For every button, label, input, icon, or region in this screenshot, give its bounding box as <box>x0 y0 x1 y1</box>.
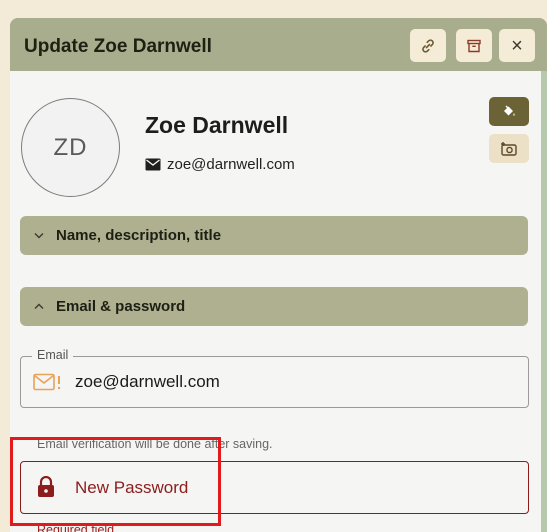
email-field-value: zoe@darnwell.com <box>75 372 220 391</box>
close-button[interactable]: × <box>499 29 535 62</box>
profile-name: Zoe Darnwell <box>145 112 289 138</box>
lock-icon <box>38 476 54 497</box>
upload-photo-button[interactable] <box>489 134 529 163</box>
change-color-button[interactable] <box>489 97 529 126</box>
paint-bucket-icon <box>504 105 515 116</box>
archive-button[interactable] <box>456 29 492 62</box>
avatar[interactable]: ZD <box>21 98 120 197</box>
mail-icon <box>145 158 161 171</box>
add-photo-icon <box>501 141 517 156</box>
dialog-header: Update Zoe Darnwell × <box>10 18 547 71</box>
dialog-title: Update Zoe Darnwell <box>24 36 212 57</box>
chevron-down-icon <box>34 233 44 239</box>
dialog-body: ZD Zoe Darnwell zoe@darnwell.com Name, d… <box>10 71 541 532</box>
name-section-label: Name, description, title <box>56 227 222 244</box>
copy-link-button[interactable] <box>410 29 446 62</box>
chevron-up-icon <box>34 303 44 309</box>
email-section-label: Email & password <box>56 298 186 315</box>
password-error-text: Required field <box>37 523 115 532</box>
email-section-toggle[interactable]: Email & password <box>20 287 528 326</box>
link-icon <box>422 38 434 53</box>
email-field-legend: Email <box>32 348 74 362</box>
profile-email-text: zoe@darnwell.com <box>167 156 295 173</box>
unverified-email-icon <box>33 373 61 391</box>
new-password-field[interactable]: New Password <box>20 461 529 514</box>
name-section-toggle[interactable]: Name, description, title <box>20 216 528 255</box>
avatar-initials: ZD <box>53 133 88 161</box>
scrollbar[interactable] <box>541 71 547 532</box>
profile-email: zoe@darnwell.com <box>145 156 295 173</box>
email-field[interactable]: Email zoe@darnwell.com <box>20 348 529 408</box>
update-user-dialog: Update Zoe Darnwell × ZD Zoe Darnwell zo… <box>10 18 547 532</box>
new-password-placeholder: New Password <box>75 478 189 497</box>
archive-icon <box>467 39 481 52</box>
close-icon: × <box>511 34 523 57</box>
email-helper-text: Email verification will be done after sa… <box>37 437 273 451</box>
